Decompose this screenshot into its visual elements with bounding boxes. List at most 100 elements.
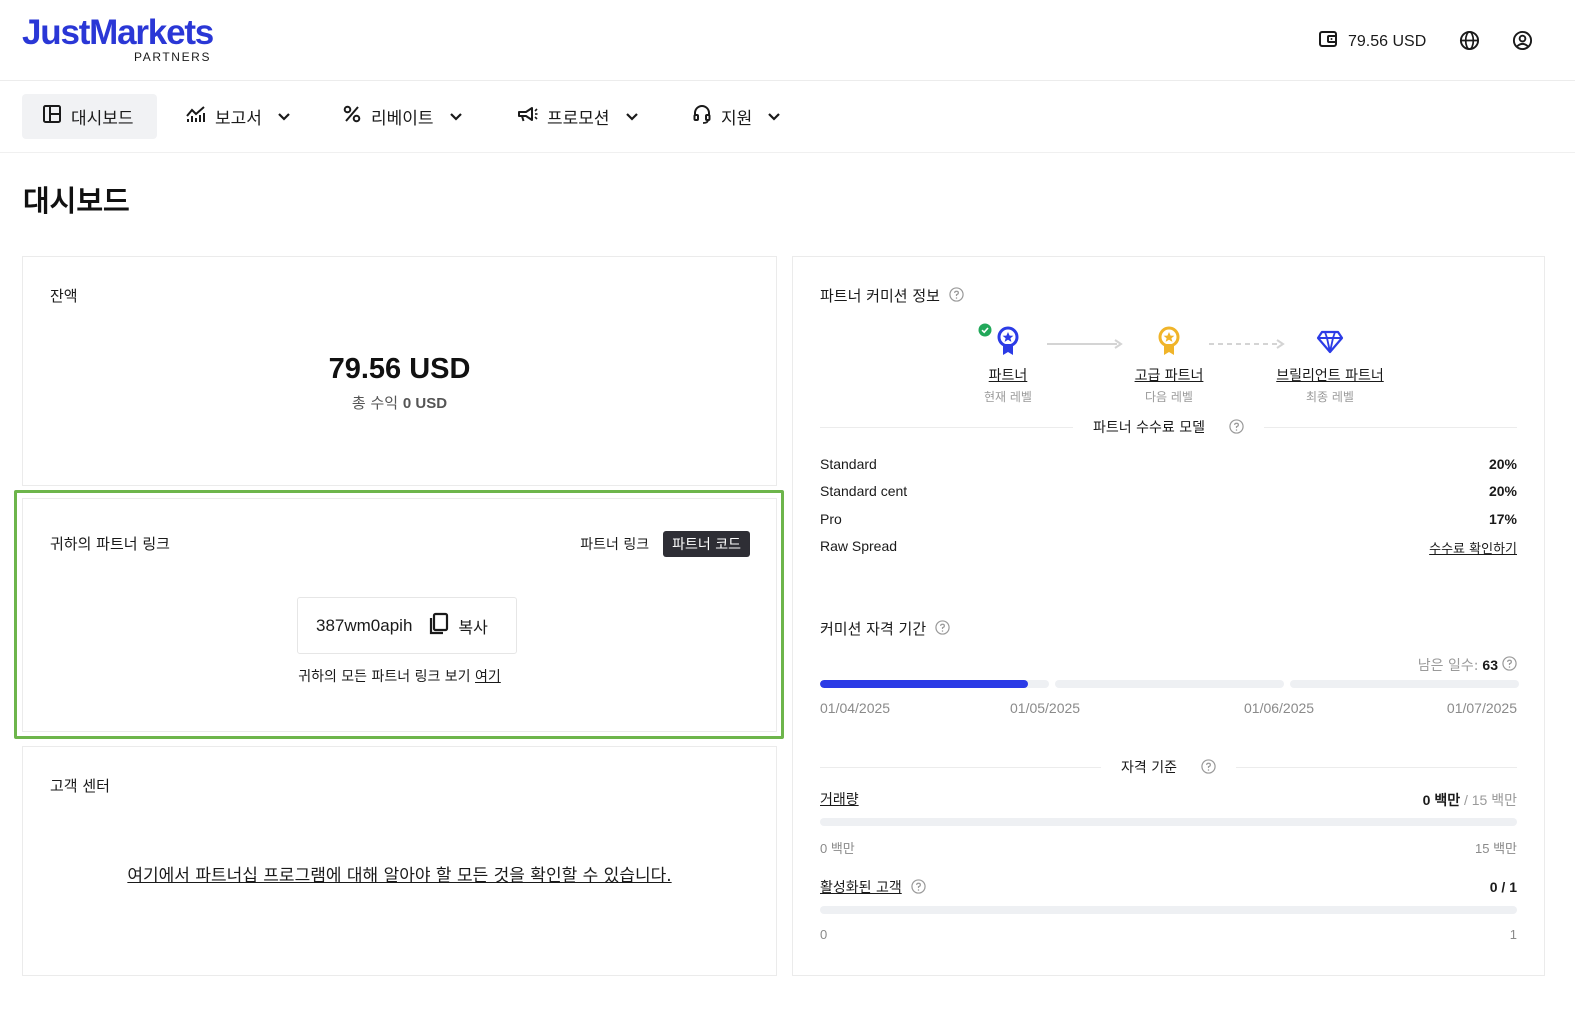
client-center-link-text[interactable]: 여기에서 파트너십 프로그램에 대해 알아야 할 모든 것을 확인할 수 있습니… bbox=[127, 866, 671, 886]
client-center-title: 고객 센터 bbox=[50, 777, 110, 795]
criteria-title: 자격 기준 bbox=[793, 757, 1544, 778]
level-arrow-dashed bbox=[1209, 339, 1285, 349]
account-type: Standard cent bbox=[820, 483, 908, 499]
help-icon[interactable] bbox=[935, 620, 950, 639]
nav-reports[interactable]: 보고서 bbox=[165, 94, 307, 139]
partner-levels: 파트너 현재 레벨 고급 파트너 다음 레벨 브릴리언트 파트너 최종 레벨 bbox=[793, 323, 1544, 405]
top-bar: JustMarkets PARTNERS 79.56 USD bbox=[0, 0, 1575, 81]
help-icon[interactable] bbox=[949, 287, 964, 306]
commission-rate: 20% bbox=[1488, 456, 1517, 472]
total-earnings: 총 수익 0 USD bbox=[23, 392, 776, 413]
help-icon[interactable] bbox=[1218, 418, 1254, 438]
logo[interactable]: JustMarkets PARTNERS bbox=[22, 13, 214, 65]
check-commission-link[interactable]: 수수료 확인하기 bbox=[1429, 538, 1517, 557]
globe-icon[interactable] bbox=[1459, 30, 1480, 55]
help-icon[interactable] bbox=[1190, 758, 1226, 778]
volume-value: 0 백만 / 15 백만 bbox=[1423, 790, 1517, 810]
help-icon[interactable] bbox=[1502, 655, 1517, 675]
selection-highlight bbox=[14, 490, 784, 739]
volume-max: 15 백만 bbox=[1475, 841, 1517, 856]
balance-amount: 79.56 USD bbox=[328, 353, 471, 385]
main-nav: 대시보드 보고서 리베이트 프로모션 지원 bbox=[0, 81, 1575, 153]
nav-reports-label: 보고서 bbox=[215, 109, 262, 129]
page-title: 대시보드 bbox=[23, 184, 130, 218]
nav-rebates-label: 리베이트 bbox=[371, 109, 434, 129]
client-center-card: 고객 센터 여기에서 파트너십 프로그램에 대해 알아야 할 모든 것을 확인할… bbox=[22, 746, 777, 976]
level-arrow bbox=[1047, 339, 1123, 349]
commission-title: 파트너 커미션 정보 bbox=[820, 285, 964, 306]
check-icon bbox=[978, 323, 992, 341]
logo-subtext: PARTNERS bbox=[134, 50, 212, 64]
remaining-days: 남은 일수: 63 bbox=[1418, 655, 1517, 675]
percent-icon bbox=[342, 104, 362, 129]
remaining-days-value: 63 bbox=[1482, 657, 1498, 673]
chevron-down-icon bbox=[625, 107, 639, 127]
period-date: 01/07/2025 bbox=[1446, 700, 1517, 716]
period-progress-fill bbox=[820, 680, 1029, 688]
active-clients-progress-bar bbox=[820, 906, 1517, 914]
nav-support[interactable]: 지원 bbox=[672, 94, 797, 139]
period-date: 01/06/2025 bbox=[1244, 700, 1315, 716]
nav-promotions-label: 프로모션 bbox=[547, 109, 610, 129]
total-earnings-value: 0 USD bbox=[402, 395, 448, 412]
period-progress-segment bbox=[1290, 680, 1519, 688]
wallet-balance[interactable]: 79.56 USD bbox=[1318, 29, 1426, 54]
active-clients-min: 0 bbox=[820, 927, 828, 942]
dashboard-icon bbox=[42, 104, 62, 129]
active-clients-value: 0 / 1 bbox=[1489, 879, 1517, 895]
volume-label[interactable]: 거래량 bbox=[820, 789, 859, 809]
nav-rebates[interactable]: 리베이트 bbox=[322, 94, 479, 139]
total-earnings-label: 총 수익 bbox=[351, 394, 399, 412]
logo-text: JustMarkets bbox=[22, 13, 214, 52]
account-type: Pro bbox=[820, 511, 842, 527]
volume-current: 0 백만 bbox=[1422, 792, 1461, 808]
client-center-link[interactable]: 여기에서 파트너십 프로그램에 대해 알아야 할 모든 것을 확인할 수 있습니… bbox=[23, 861, 776, 886]
chevron-down-icon bbox=[767, 107, 781, 127]
user-icon[interactable] bbox=[1512, 30, 1533, 55]
commission-row: Standard cent 20% bbox=[820, 483, 1517, 499]
medal-gold-icon bbox=[1157, 326, 1181, 362]
commission-title-text: 파트너 커미션 정보 bbox=[820, 287, 940, 305]
chart-icon bbox=[185, 104, 206, 129]
level-status: 다음 레벨 bbox=[1145, 390, 1193, 404]
remaining-days-label: 남은 일수: bbox=[1417, 658, 1479, 674]
active-clients-label[interactable]: 활성화된 고객 bbox=[820, 877, 902, 897]
nav-dashboard[interactable]: 대시보드 bbox=[22, 94, 157, 139]
megaphone-icon bbox=[516, 104, 538, 129]
medal-icon bbox=[996, 326, 1020, 362]
period-progress-segment bbox=[820, 680, 1049, 688]
volume-min: 0 백만 bbox=[820, 841, 855, 856]
volume-progress-bar bbox=[820, 818, 1517, 826]
commission-row: Pro 17% bbox=[820, 511, 1517, 527]
account-type: Raw Spread bbox=[820, 538, 898, 554]
active-clients-label-text[interactable]: 활성화된 고객 bbox=[820, 880, 902, 896]
level-name[interactable]: 파트너 bbox=[923, 365, 1093, 385]
criteria-title-text: 자격 기준 bbox=[1111, 760, 1187, 776]
period-progress-segment bbox=[1055, 680, 1284, 688]
eligibility-title-text: 커미션 자격 기간 bbox=[820, 620, 927, 638]
wallet-balance-text: 79.56 USD bbox=[1348, 32, 1427, 50]
nav-promotions[interactable]: 프로모션 bbox=[496, 94, 655, 139]
commission-model-title: 파트너 수수료 모델 bbox=[793, 417, 1544, 438]
account-type: Standard bbox=[820, 456, 877, 472]
chevron-down-icon bbox=[277, 107, 291, 127]
chevron-down-icon bbox=[449, 107, 463, 127]
headset-icon bbox=[692, 104, 712, 129]
balance-card: 잔액 79.56 USD 총 수익 0 USD bbox=[22, 256, 777, 486]
commission-row: Standard 20% bbox=[820, 456, 1517, 472]
level-status: 최종 레벨 bbox=[1306, 390, 1354, 404]
commission-card: 파트너 커미션 정보 파트너 현재 레벨 고급 파트너 다음 레벨 브릴리언트 … bbox=[792, 256, 1545, 976]
commission-model-title-text: 파트너 수수료 모델 bbox=[1083, 420, 1215, 436]
wallet-icon bbox=[1318, 29, 1338, 54]
level-name[interactable]: 브릴리언트 파트너 bbox=[1245, 365, 1415, 385]
commission-rate: 17% bbox=[1488, 511, 1517, 527]
period-date: 01/04/2025 bbox=[820, 700, 891, 716]
help-icon[interactable] bbox=[911, 879, 926, 898]
nav-support-label: 지원 bbox=[721, 109, 753, 129]
active-clients-max: 1 bbox=[1509, 927, 1517, 942]
commission-row: Raw Spread 수수료 확인하기 bbox=[820, 538, 1517, 557]
eligibility-title: 커미션 자격 기간 bbox=[820, 618, 950, 639]
level-name[interactable]: 고급 파트너 bbox=[1084, 365, 1254, 385]
balance-title: 잔액 bbox=[50, 287, 78, 305]
nav-dashboard-label: 대시보드 bbox=[71, 109, 134, 129]
